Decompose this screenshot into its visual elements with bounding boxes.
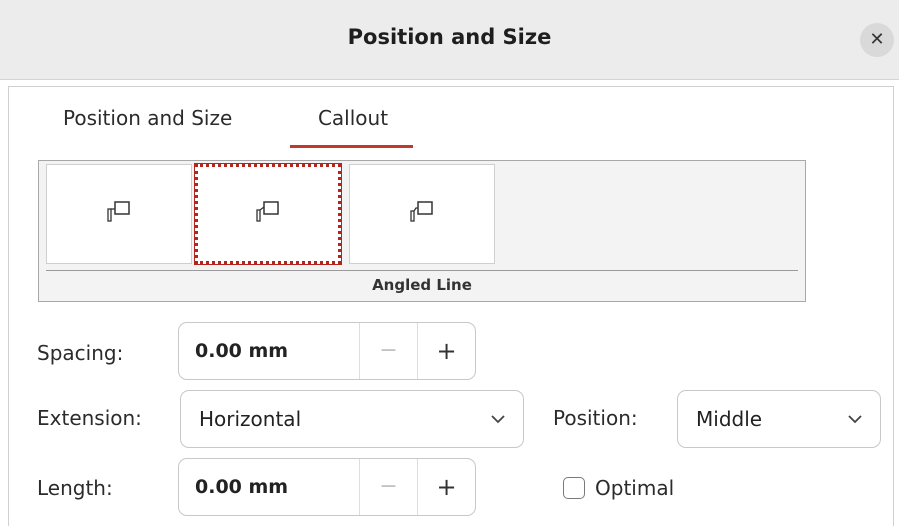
tab-callout[interactable]: Callout xyxy=(289,105,417,149)
close-icon: ✕ xyxy=(869,29,885,50)
spacing-decrement-button[interactable]: − xyxy=(359,323,417,379)
callout-style-icon xyxy=(256,201,279,222)
extension-value: Horizontal xyxy=(199,407,302,431)
optimal-label[interactable]: Optimal xyxy=(595,476,674,500)
tab-position-and-size[interactable]: Position and Size xyxy=(63,105,263,149)
chevron-down-icon xyxy=(491,415,505,424)
length-label: Length: xyxy=(37,476,113,500)
style-divider xyxy=(46,270,798,271)
active-tab-indicator xyxy=(290,145,413,148)
chevron-down-icon xyxy=(848,415,862,424)
callout-style-icon xyxy=(410,201,433,222)
spacing-label: Spacing: xyxy=(37,341,124,365)
callout-style-angled-connector[interactable] xyxy=(349,164,495,264)
optimal-checkbox[interactable] xyxy=(563,477,585,499)
extension-label: Extension: xyxy=(37,406,142,430)
close-button[interactable]: ✕ xyxy=(860,23,894,57)
position-value: Middle xyxy=(696,407,763,431)
length-value[interactable]: 0.00 mm xyxy=(195,476,288,498)
spacing-increment-button[interactable]: + xyxy=(417,323,475,379)
dialog-title: Position and Size xyxy=(347,25,552,49)
position-dropdown[interactable]: Middle xyxy=(677,390,881,448)
selected-style-label: Angled Line xyxy=(372,276,472,294)
length-spinbox[interactable]: 0.00 mm − + xyxy=(178,458,476,516)
callout-style-straight[interactable] xyxy=(46,164,192,264)
spacing-value[interactable]: 0.00 mm xyxy=(195,340,288,362)
title-bar: Position and Size ✕ xyxy=(0,0,899,80)
length-increment-button[interactable]: + xyxy=(417,459,475,515)
spacing-spinbox[interactable]: 0.00 mm − + xyxy=(178,322,476,380)
callout-style-icon xyxy=(107,201,130,222)
extension-dropdown[interactable]: Horizontal xyxy=(180,390,524,448)
position-label: Position: xyxy=(553,406,638,430)
length-decrement-button[interactable]: − xyxy=(359,459,417,515)
callout-style-angled[interactable] xyxy=(194,163,342,265)
